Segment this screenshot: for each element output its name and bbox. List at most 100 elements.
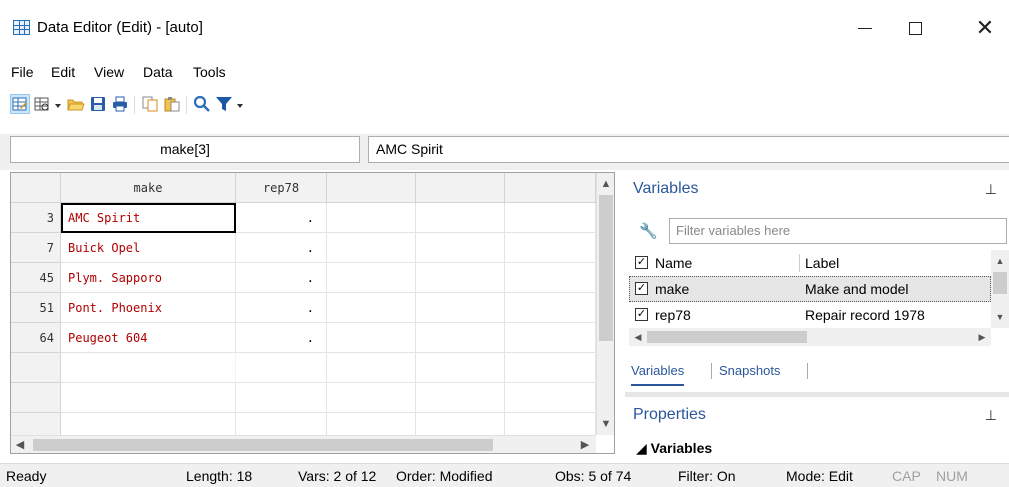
scroll-left-icon[interactable]: ◀ (629, 328, 647, 346)
variables-horizontal-scroll-thumb[interactable] (647, 331, 807, 343)
variables-table-header: ✓ Name Label (629, 250, 1009, 276)
print-icon (113, 96, 127, 112)
scroll-right-icon[interactable]: ▶ (576, 436, 594, 453)
variables-vertical-scroll-thumb[interactable] (993, 272, 1007, 294)
column-header-empty (505, 173, 596, 203)
properties-variables-group[interactable]: ◢ Variables (636, 440, 712, 457)
copy-button[interactable] (140, 94, 160, 114)
status-length: Length: 18 (186, 468, 253, 484)
menu-tools[interactable]: Tools (193, 64, 226, 80)
cell-make[interactable]: Buick Opel (61, 233, 236, 263)
empty-cell (327, 383, 416, 413)
variable-name: rep78 (655, 307, 691, 323)
variables-vertical-scrollbar[interactable]: ▲ ▼ (991, 250, 1009, 328)
menu-file[interactable]: File (11, 64, 34, 80)
name-column-header[interactable]: Name (655, 250, 692, 276)
minimize-button[interactable] (842, 10, 888, 46)
scroll-left-icon[interactable]: ◀ (11, 436, 29, 453)
table-row (11, 383, 596, 413)
cell-name-box[interactable]: make[3] (10, 136, 360, 163)
column-header-rep78[interactable]: rep78 (236, 173, 327, 203)
scroll-up-icon[interactable]: ▲ (991, 252, 1009, 270)
empty-cell (416, 293, 505, 323)
variables-horizontal-scrollbar[interactable]: ◀ ▶ (629, 328, 991, 346)
data-editor-icon (13, 20, 30, 35)
empty-cell (505, 383, 596, 413)
maximize-button[interactable] (892, 10, 938, 46)
filter-dropdown-icon[interactable] (237, 104, 243, 108)
empty-cell (505, 293, 596, 323)
row-number[interactable]: 45 (11, 263, 61, 293)
open-button[interactable] (66, 94, 86, 114)
filter-variables-input[interactable]: Filter variables here (669, 218, 1007, 244)
cell-make[interactable]: AMC Spirit (61, 203, 236, 233)
menu-view[interactable]: View (94, 64, 124, 80)
grid-horizontal-scroll-thumb[interactable] (33, 439, 493, 451)
print-button[interactable] (110, 94, 130, 114)
menu-edit[interactable]: Edit (51, 64, 75, 80)
cell-rep78[interactable]: . (236, 293, 327, 323)
status-mode: Mode: Edit (786, 468, 853, 484)
row-number[interactable]: 3 (11, 203, 61, 233)
table-row: 64 Peugeot 604 . (11, 323, 596, 353)
label-column-header[interactable]: Label (805, 250, 839, 276)
status-num: NUM (936, 468, 968, 484)
menu-bar: File Edit View Data Tools (0, 60, 1009, 84)
cell-value-input[interactable]: AMC Spirit (368, 136, 1009, 163)
cell-make[interactable]: Peugeot 604 (61, 323, 236, 353)
scroll-up-icon[interactable]: ▲ (597, 175, 614, 193)
pane-splitter[interactable] (625, 392, 1009, 397)
scroll-right-icon[interactable]: ▶ (973, 328, 991, 346)
empty-cell (416, 263, 505, 293)
save-button[interactable] (88, 94, 108, 114)
empty-cell (416, 233, 505, 263)
cell-rep78[interactable]: . (236, 263, 327, 293)
tab-variables[interactable]: Variables (631, 358, 685, 386)
column-header-make[interactable]: make (61, 173, 236, 203)
grid-vertical-scrollbar[interactable]: ▲ ▼ (596, 173, 614, 435)
select-all-checkbox[interactable]: ✓ (635, 256, 648, 269)
variable-name: make (655, 281, 690, 297)
wrench-icon[interactable]: 🔧 (639, 222, 658, 240)
browse-dropdown-icon[interactable] (55, 104, 61, 108)
pin-icon[interactable]: ⊥ (985, 174, 997, 204)
row-number[interactable]: 7 (11, 233, 61, 263)
row-number (11, 383, 61, 413)
cell-rep78[interactable]: . (236, 323, 327, 353)
scroll-down-icon[interactable]: ▼ (597, 415, 614, 433)
menu-data[interactable]: Data (143, 64, 173, 80)
close-icon: ✕ (975, 15, 995, 40)
table-row: 7 Buick Opel . (11, 233, 596, 263)
paste-button[interactable] (162, 94, 182, 114)
close-button[interactable]: ✕ (962, 10, 1008, 46)
empty-cell (61, 383, 236, 413)
table-row: 45 Plym. Sapporo . (11, 263, 596, 293)
scroll-down-icon[interactable]: ▼ (991, 308, 1009, 326)
grid-vertical-scroll-thumb[interactable] (599, 195, 613, 341)
variable-row[interactable]: ✓ rep78 Repair record 1978 (629, 302, 991, 328)
empty-cell (416, 323, 505, 353)
tab-snapshots[interactable]: Snapshots (719, 358, 780, 384)
browse-mode-button[interactable] (32, 94, 52, 114)
window-title: Data Editor (Edit) - [auto] (37, 19, 203, 36)
grid-horizontal-scrollbar[interactable]: ◀ ▶ (11, 435, 596, 453)
row-number[interactable]: 51 (11, 293, 61, 323)
filter-button[interactable] (214, 94, 234, 114)
variable-checkbox[interactable]: ✓ (635, 282, 648, 295)
cell-make[interactable]: Pont. Phoenix (61, 293, 236, 323)
pin-icon[interactable]: ⊥ (985, 400, 997, 430)
copy-icon (142, 96, 158, 112)
edit-mode-button[interactable] (10, 94, 30, 114)
row-number[interactable]: 64 (11, 323, 61, 353)
cell-rep78[interactable]: . (236, 203, 327, 233)
empty-cell (327, 203, 416, 233)
cell-rep78[interactable]: . (236, 233, 327, 263)
variable-row[interactable]: ✓ make Make and model (629, 276, 991, 302)
find-button[interactable] (192, 94, 212, 114)
variable-checkbox[interactable]: ✓ (635, 308, 648, 321)
cell-make[interactable]: Plym. Sapporo (61, 263, 236, 293)
empty-cell (416, 353, 505, 383)
status-bar: Ready Length: 18 Vars: 2 of 12 Order: Mo… (0, 463, 1009, 487)
edit-mode-icon (12, 97, 27, 111)
title-bar: Data Editor (Edit) - [auto] ✕ (0, 0, 1009, 56)
